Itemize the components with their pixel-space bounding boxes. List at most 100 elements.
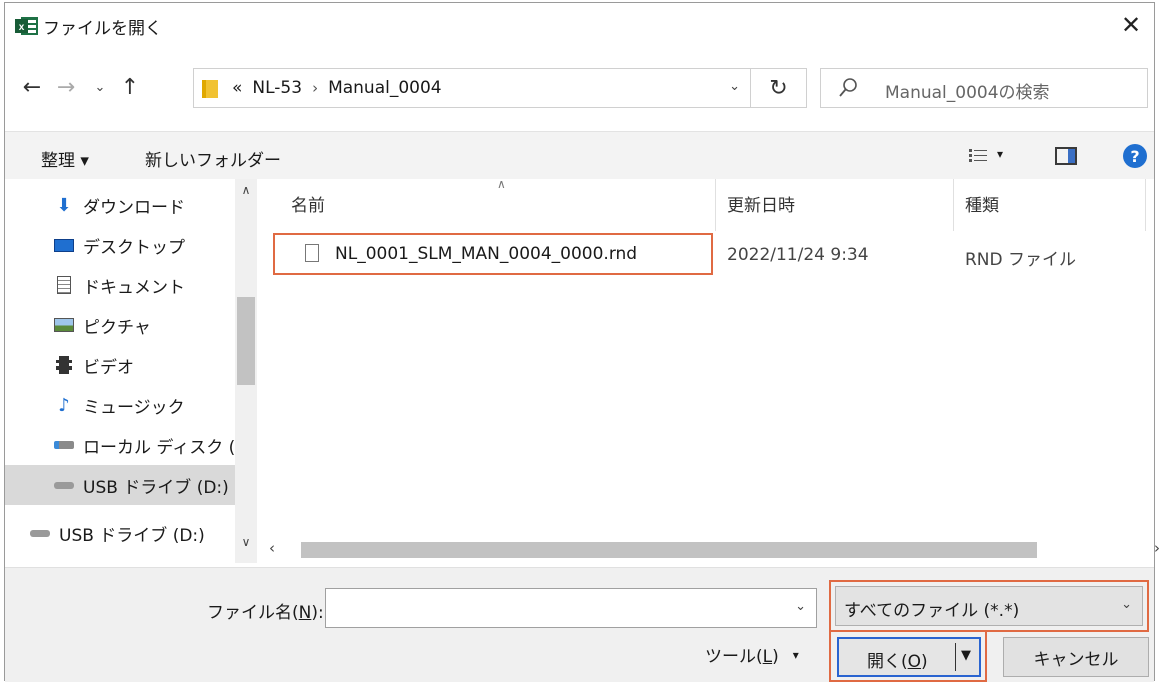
tools-label: ツール(L) [705,647,779,667]
refresh-button[interactable]: ↻ [751,68,807,108]
scrollbar-thumb[interactable] [237,297,255,385]
split-divider [955,643,956,671]
file-icon [305,244,319,262]
file-list: ∧ 名前 更新日時 種類 NL_0001_SLM_MAN_0004_0000.r… [261,177,1159,563]
scroll-right-icon[interactable]: › [1154,539,1159,557]
highlight-box: 開く(O) ▼ [829,630,987,682]
open-button[interactable]: 開く(O) ▼ [837,637,981,677]
download-icon: ⬇ [56,194,72,216]
up-button[interactable]: ↑ [115,67,145,107]
forward-button[interactable]: → [51,67,81,107]
preview-pane-icon[interactable] [1055,147,1077,165]
usb-drive-icon [53,475,75,495]
scroll-up-icon[interactable]: ∧ [235,183,257,197]
sidebar-item-label: ローカル ディスク ( [83,437,235,458]
navigation-bar: ← → ⌄ ↑ « NL-53 › Manual_0004 ⌄ ↻ Manual… [5,55,1154,119]
file-modified: 2022/11/24 9:34 [727,245,869,265]
filename-input[interactable]: ⌄ [325,588,817,628]
breadcrumb-overflow[interactable]: « [232,78,242,98]
file-type: RND ファイル [965,250,1077,270]
close-button[interactable]: ✕ [1108,3,1154,47]
help-icon[interactable]: ? [1123,144,1147,168]
new-folder-button[interactable]: 新しいフォルダー [145,146,281,171]
file-name: NL_0001_SLM_MAN_0004_0000.rnd [335,244,638,264]
address-dropdown-icon[interactable]: ⌄ [729,79,740,94]
document-icon [53,275,75,295]
breadcrumb-separator-icon[interactable]: › [312,79,318,97]
close-icon: ✕ [1120,11,1142,39]
svg-text:x: x [19,22,25,33]
tools-button[interactable]: ツール(L) ▾ [705,642,799,667]
arrow-up-icon: ↑ [120,74,140,100]
filename-label: ファイル名(N): [207,603,324,623]
search-placeholder: Manual_0004の検索 [885,83,1050,103]
sidebar-item-label: ダウンロード [83,197,185,218]
video-icon [53,355,75,375]
sidebar-item-videos[interactable]: ビデオ [5,345,235,385]
column-header-type[interactable]: 種類 [965,191,999,216]
sidebar-item-local-disk[interactable]: ローカル ディスク ( [5,425,235,465]
music-icon: ♪ [58,394,70,416]
tools-dropdown-icon: ▾ [792,647,799,662]
column-divider[interactable] [953,179,954,231]
sidebar-item-downloads[interactable]: ⬇ ダウンロード [5,185,235,225]
sort-ascending-icon: ∧ [497,177,506,191]
view-dropdown-icon[interactable]: ▾ [997,147,1003,161]
sidebar-item-pictures[interactable]: ピクチャ [5,305,235,345]
excel-icon: x [15,17,38,35]
view-options-icon[interactable] [969,149,987,163]
column-divider[interactable] [715,179,716,231]
command-toolbar: 整理 ▾ 新しいフォルダー ▾ ? [5,131,1154,179]
search-input[interactable]: Manual_0004の検索 [820,68,1148,108]
scroll-left-icon[interactable]: ‹ [269,539,275,557]
sidebar-item-label: ミュージック [83,397,185,418]
sidebar-item-usb-drive[interactable]: USB ドライブ (D:) [5,513,235,553]
file-type-filter-select[interactable]: すべてのファイル (*.*) ⌄ [835,586,1143,626]
highlight-box: すべてのファイル (*.*) ⌄ [829,580,1149,632]
sidebar-item-label: USB ドライブ (D:) [59,525,205,546]
sidebar-item-desktop[interactable]: デスクトップ [5,225,235,265]
title-bar: x ファイルを開く ✕ [5,3,1154,47]
file-row[interactable]: NL_0001_SLM_MAN_0004_0000.rnd [273,233,713,275]
breadcrumb-item-nl53[interactable]: NL-53 [252,78,302,98]
column-header-name[interactable]: 名前 [291,191,325,216]
dialog-footer: ファイル名(N): ⌄ すべてのファイル (*.*) ⌄ ツール(L) ▾ 開く… [5,567,1154,682]
local-disk-icon [53,435,75,455]
back-button[interactable]: ← [17,67,47,107]
sidebar-item-label: ビデオ [83,357,134,378]
navigation-pane-scrollbar[interactable]: ∧ ∨ [235,179,257,563]
chevron-down-icon[interactable]: ⌄ [795,599,806,614]
file-list-horizontal-scrollbar[interactable]: ‹ › [261,539,1159,561]
usb-drive-icon [29,523,51,543]
sidebar-item-documents[interactable]: ドキュメント [5,265,235,305]
open-options-dropdown-icon[interactable]: ▼ [961,648,971,663]
chevron-down-icon: ⌄ [1121,597,1132,612]
scroll-down-icon[interactable]: ∨ [235,535,257,549]
open-label: 開く(O) [867,652,928,672]
organize-button[interactable]: 整理 ▾ [41,146,89,171]
sidebar-item-label: USB ドライブ (D:) [83,477,229,498]
navigation-pane: ⬇ ダウンロード デスクトップ ドキュメント ピクチャ ビデオ ♪ ミュージック… [5,179,257,563]
column-header-modified[interactable]: 更新日時 [727,191,795,216]
sidebar-item-label: ピクチャ [83,317,151,338]
arrow-left-icon: ← [22,74,42,100]
desktop-icon [53,235,75,255]
refresh-icon: ↻ [769,75,788,101]
pictures-icon [53,315,75,335]
recent-locations-button[interactable]: ⌄ [85,67,115,107]
chevron-down-icon: ⌄ [94,79,106,95]
sidebar-item-label: デスクトップ [83,237,185,258]
cancel-button[interactable]: キャンセル [1003,637,1149,677]
sidebar-item-music[interactable]: ♪ ミュージック [5,385,235,425]
breadcrumb-item-manual[interactable]: Manual_0004 [328,78,442,98]
arrow-right-icon: → [56,74,76,100]
sidebar-item-label: ドキュメント [83,277,185,298]
sidebar-item-usb-drive-selected[interactable]: USB ドライブ (D:) [5,465,235,505]
window-title: ファイルを開く [43,19,162,39]
column-divider[interactable] [1145,179,1146,231]
file-type-filter-value: すべてのファイル (*.*) [844,601,1020,621]
breadcrumb: « NL-53 › Manual_0004 [232,78,442,98]
address-bar[interactable]: « NL-53 › Manual_0004 ⌄ [193,68,751,108]
open-file-dialog: x ファイルを開く ✕ ← → ⌄ ↑ « NL-53 › Manual_000… [4,2,1159,682]
scrollbar-thumb[interactable] [301,542,1037,558]
